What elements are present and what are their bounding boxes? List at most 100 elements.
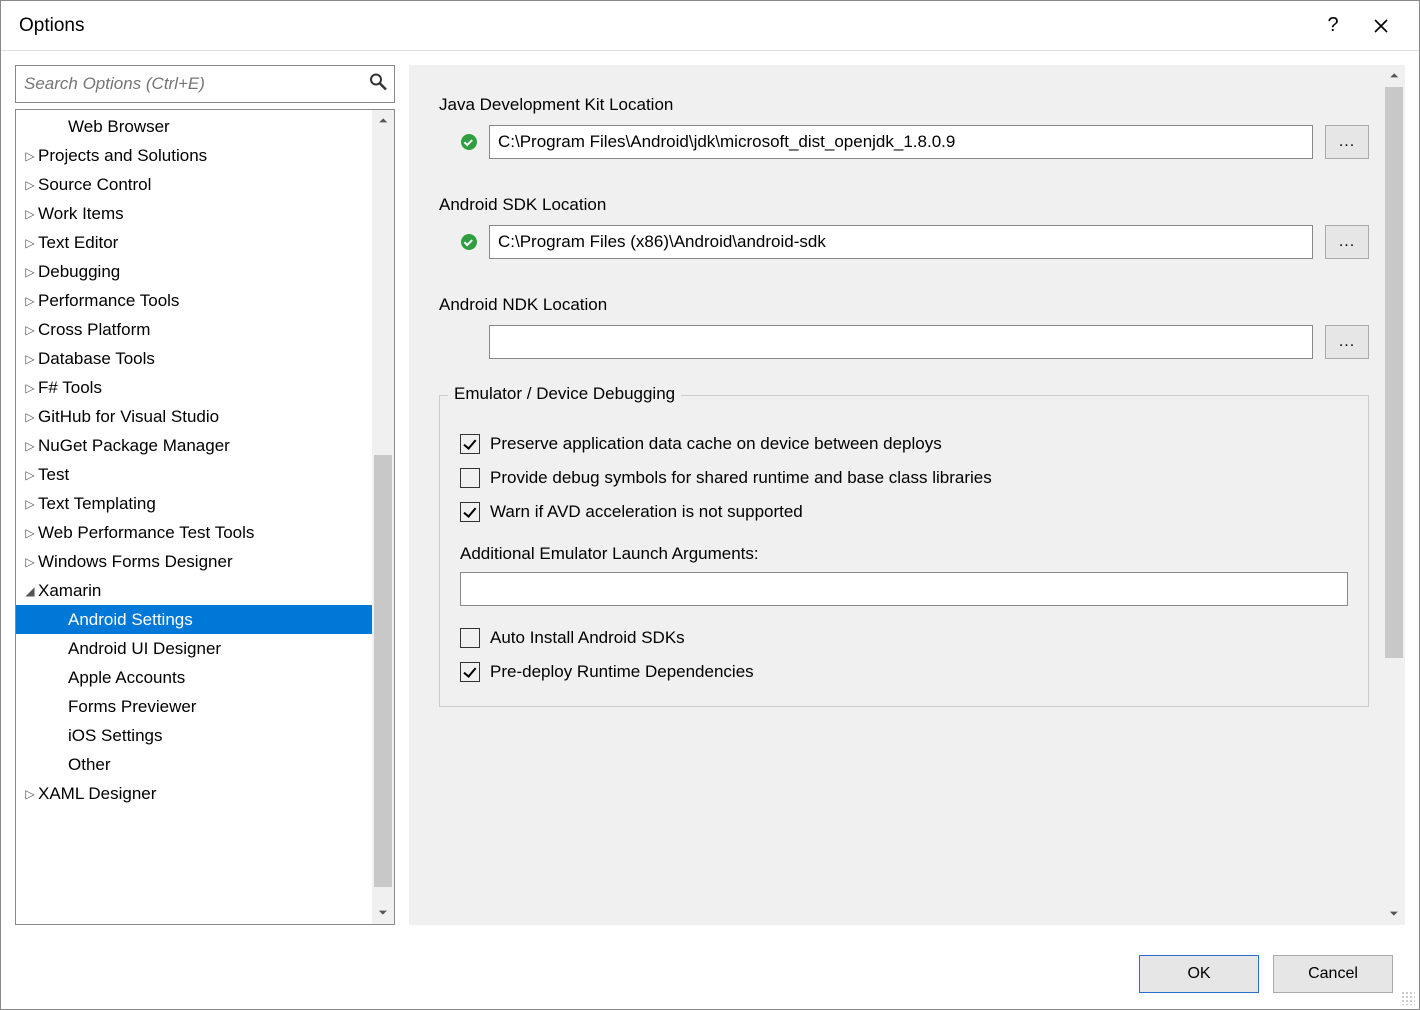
tree-item[interactable]: Android Settings: [16, 605, 372, 634]
valid-icon: [461, 134, 477, 150]
tree-item[interactable]: ▷Projects and Solutions: [16, 141, 372, 170]
window-title: Options: [19, 15, 1305, 37]
sdk-input[interactable]: [489, 225, 1313, 259]
search-wrap: [15, 65, 395, 103]
tree-item[interactable]: ◢Xamarin: [16, 576, 372, 605]
launchargs-input[interactable]: [460, 572, 1348, 606]
tree-item-label: Android Settings: [68, 610, 193, 630]
tree-item-label: Xamarin: [38, 581, 101, 601]
search-input[interactable]: [15, 65, 395, 103]
resize-grip-icon[interactable]: [1401, 991, 1415, 1005]
debugsym-label: Provide debug symbols for shared runtime…: [490, 468, 992, 488]
titlebar: Options ?: [1, 1, 1419, 51]
help-button[interactable]: ?: [1313, 6, 1353, 46]
tree-item[interactable]: Other: [16, 750, 372, 779]
tree-item-label: Cross Platform: [38, 320, 150, 340]
tree-item[interactable]: Web Browser: [16, 112, 372, 141]
chevron-right-icon: ▷: [22, 439, 38, 453]
tree-item[interactable]: ▷Windows Forms Designer: [16, 547, 372, 576]
tree-item[interactable]: ▷Source Control: [16, 170, 372, 199]
tree-item-label: Text Templating: [38, 494, 156, 514]
tree-item-label: Projects and Solutions: [38, 146, 207, 166]
emulator-group: Emulator / Device Debugging Preserve app…: [439, 395, 1369, 707]
scroll-track[interactable]: [372, 132, 394, 902]
tree-item[interactable]: ▷Web Performance Test Tools: [16, 518, 372, 547]
tree-item-label: Web Browser: [68, 117, 170, 137]
scroll-thumb[interactable]: [1385, 87, 1403, 658]
ndk-label: Android NDK Location: [439, 295, 1369, 315]
tree-item-label: Test: [38, 465, 69, 485]
tree-item-label: Windows Forms Designer: [38, 552, 233, 572]
close-icon: [1373, 18, 1389, 34]
tree-item[interactable]: ▷Performance Tools: [16, 286, 372, 315]
chevron-right-icon: ▷: [22, 294, 38, 308]
debugsym-checkbox-row[interactable]: Provide debug symbols for shared runtime…: [460, 468, 1348, 488]
chevron-right-icon: ▷: [22, 149, 38, 163]
chevron-right-icon: ▷: [22, 497, 38, 511]
search-icon: [369, 73, 387, 96]
tree-item[interactable]: ▷Text Editor: [16, 228, 372, 257]
tree-item-label: Forms Previewer: [68, 697, 196, 717]
tree-item[interactable]: ▷GitHub for Visual Studio: [16, 402, 372, 431]
scroll-down-icon[interactable]: ⏷: [372, 902, 394, 924]
sdk-label: Android SDK Location: [439, 195, 1369, 215]
tree-item-label: Debugging: [38, 262, 120, 282]
tree-item-label: F# Tools: [38, 378, 102, 398]
autoinstall-label: Auto Install Android SDKs: [490, 628, 685, 648]
jdk-label: Java Development Kit Location: [439, 95, 1369, 115]
chevron-right-icon: ▷: [22, 555, 38, 569]
ok-button[interactable]: OK: [1139, 955, 1259, 993]
preserve-checkbox-row[interactable]: Preserve application data cache on devic…: [460, 434, 1348, 454]
preserve-label: Preserve application data cache on devic…: [490, 434, 942, 454]
ndk-browse-button[interactable]: ...: [1325, 325, 1369, 359]
scroll-track[interactable]: [1383, 87, 1405, 903]
tree-item[interactable]: ▷Database Tools: [16, 344, 372, 373]
cancel-button[interactable]: Cancel: [1273, 955, 1393, 993]
tree-item-label: XAML Designer: [38, 784, 156, 804]
jdk-browse-button[interactable]: ...: [1325, 125, 1369, 159]
tree-scrollbar[interactable]: ⏶ ⏷: [372, 110, 394, 924]
warnavd-checkbox-row[interactable]: Warn if AVD acceleration is not supporte…: [460, 502, 1348, 522]
panel-scrollbar[interactable]: ⏶ ⏷: [1383, 65, 1405, 925]
tree-item[interactable]: ▷Debugging: [16, 257, 372, 286]
scroll-up-icon[interactable]: ⏶: [372, 110, 394, 132]
chevron-right-icon: ▷: [22, 352, 38, 366]
tree-item[interactable]: Apple Accounts: [16, 663, 372, 692]
chevron-right-icon: ▷: [22, 526, 38, 540]
tree-item[interactable]: ▷F# Tools: [16, 373, 372, 402]
tree-item[interactable]: iOS Settings: [16, 721, 372, 750]
checkbox-icon: [460, 468, 480, 488]
scroll-thumb[interactable]: [374, 455, 392, 886]
scroll-down-icon[interactable]: ⏷: [1383, 903, 1405, 925]
tree-item-label: Performance Tools: [38, 291, 179, 311]
tree-item[interactable]: ▷Cross Platform: [16, 315, 372, 344]
predeploy-checkbox-row[interactable]: Pre-deploy Runtime Dependencies: [460, 662, 1348, 682]
checkbox-icon: [460, 662, 480, 682]
tree-item[interactable]: ▷XAML Designer: [16, 779, 372, 808]
tree-item-label: iOS Settings: [68, 726, 163, 746]
tree-item[interactable]: ▷NuGet Package Manager: [16, 431, 372, 460]
tree-item[interactable]: Android UI Designer: [16, 634, 372, 663]
jdk-input[interactable]: [489, 125, 1313, 159]
scroll-up-icon[interactable]: ⏶: [1383, 65, 1405, 87]
tree-item[interactable]: Forms Previewer: [16, 692, 372, 721]
chevron-right-icon: ▷: [22, 265, 38, 279]
valid-icon: [461, 234, 477, 250]
sdk-browse-button[interactable]: ...: [1325, 225, 1369, 259]
dialog-footer: OK Cancel: [1, 939, 1419, 1009]
settings-panel: Java Development Kit Location ... Androi…: [409, 65, 1405, 925]
tree-item[interactable]: ▷Text Templating: [16, 489, 372, 518]
close-button[interactable]: [1361, 6, 1401, 46]
tree-item-label: Web Performance Test Tools: [38, 523, 254, 543]
chevron-right-icon: ▷: [22, 207, 38, 221]
tree-item[interactable]: ▷Test: [16, 460, 372, 489]
dialog-body: Web Browser▷Projects and Solutions▷Sourc…: [1, 51, 1419, 939]
autoinstall-checkbox-row[interactable]: Auto Install Android SDKs: [460, 628, 1348, 648]
chevron-right-icon: ▷: [22, 410, 38, 424]
jdk-field: Java Development Kit Location ...: [439, 95, 1369, 159]
checkbox-icon: [460, 434, 480, 454]
predeploy-label: Pre-deploy Runtime Dependencies: [490, 662, 754, 682]
chevron-right-icon: ▷: [22, 381, 38, 395]
ndk-input[interactable]: [489, 325, 1313, 359]
tree-item[interactable]: ▷Work Items: [16, 199, 372, 228]
